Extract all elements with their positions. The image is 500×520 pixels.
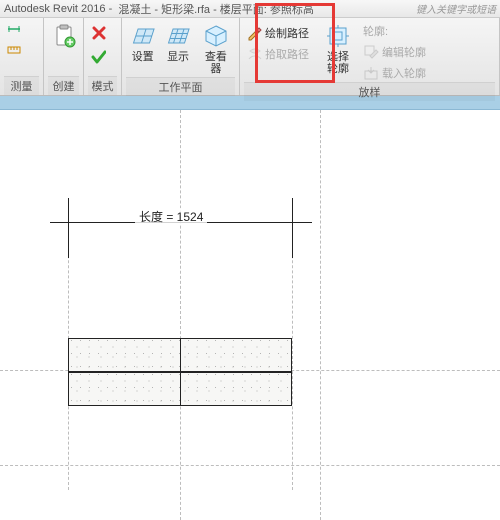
measure-tool-1[interactable]	[4, 20, 24, 38]
app-name: Autodesk Revit 2016 -	[4, 3, 112, 15]
edit-profile-label: 编辑轮廓	[382, 44, 426, 60]
dim-tick-left	[68, 198, 69, 258]
panel-label-workplane: 工作平面	[126, 77, 235, 96]
viewer-button[interactable]: 查看器	[197, 20, 235, 77]
beam-top[interactable]	[68, 338, 292, 372]
draw-path-label: 绘制路径	[265, 25, 309, 41]
edit-profile-button[interactable]: 编辑轮廓	[361, 43, 428, 61]
profile-dropdown[interactable]: 轮廓:	[361, 22, 428, 40]
mode-finish[interactable]	[88, 48, 108, 66]
cube-icon	[202, 22, 230, 50]
search-hint[interactable]: 键入关键字或短语	[416, 1, 496, 16]
title-bar: Autodesk Revit 2016 - 混凝土 - 矩形梁.rfa - 楼层…	[0, 0, 500, 18]
show-workplane-button[interactable]: 显示	[161, 20, 194, 65]
beam-bottom[interactable]	[68, 372, 292, 406]
load-profile-button[interactable]: 载入轮廓	[361, 64, 428, 82]
create-button[interactable]	[48, 20, 79, 52]
panel-create: 创建	[44, 18, 84, 95]
grid-show-icon	[164, 22, 192, 50]
set-label: 设置	[132, 51, 154, 63]
profile-dropdown-label: 轮廓:	[363, 23, 388, 39]
pick-path-label: 拾取路径	[265, 46, 309, 62]
panel-label-create: 创建	[48, 76, 79, 95]
panel-workplane: 设置 显示 查看器 工作平面	[122, 18, 240, 95]
drawing-canvas[interactable]: 长度 = 1524	[0, 110, 500, 520]
check-icon	[90, 49, 106, 65]
ref-line-v1	[180, 110, 181, 520]
panel-label-sweep: 放样	[244, 82, 495, 101]
panel-mode: 模式	[84, 18, 122, 95]
edit-profile-icon	[363, 44, 379, 60]
paste-icon	[50, 22, 78, 50]
grid-set-icon	[129, 22, 157, 50]
ref-line-h2	[0, 465, 500, 466]
cancel-icon	[90, 25, 106, 41]
panel-measure: 测量	[0, 18, 44, 95]
dim-tick-right	[292, 198, 293, 258]
ext-line-right	[292, 230, 293, 490]
dimension-text[interactable]: 长度 = 1524	[135, 208, 207, 225]
dimension-icon	[6, 21, 22, 37]
pick-path-button[interactable]: 拾取路径	[244, 45, 311, 63]
viewer-label: 查看器	[200, 51, 232, 75]
panel-label-mode: 模式	[88, 76, 117, 95]
ref-line-v2	[320, 110, 321, 520]
pencil-icon	[246, 25, 262, 41]
panel-sweep: 绘制路径 拾取路径 选择 轮廓 轮廓:	[240, 18, 500, 95]
ribbon: 测量 创建	[0, 18, 500, 96]
pick-path-icon	[246, 46, 262, 62]
load-profile-label: 载入轮廓	[382, 65, 426, 81]
ruler-icon	[6, 42, 22, 58]
document-title: 混凝土 - 矩形梁.rfa - 楼层平面: 参照标高	[118, 1, 314, 17]
mode-cancel[interactable]	[88, 24, 108, 42]
select-profile-label: 选择 轮廓	[327, 51, 349, 75]
select-profile-icon	[324, 22, 352, 50]
select-profile-button[interactable]: 选择 轮廓	[321, 20, 355, 77]
load-profile-icon	[363, 65, 379, 81]
panel-label-measure: 测量	[4, 76, 39, 95]
set-workplane-button[interactable]: 设置	[126, 20, 159, 65]
measure-tool-2[interactable]	[4, 41, 24, 59]
show-label: 显示	[167, 51, 189, 63]
draw-path-button[interactable]: 绘制路径	[244, 24, 311, 42]
